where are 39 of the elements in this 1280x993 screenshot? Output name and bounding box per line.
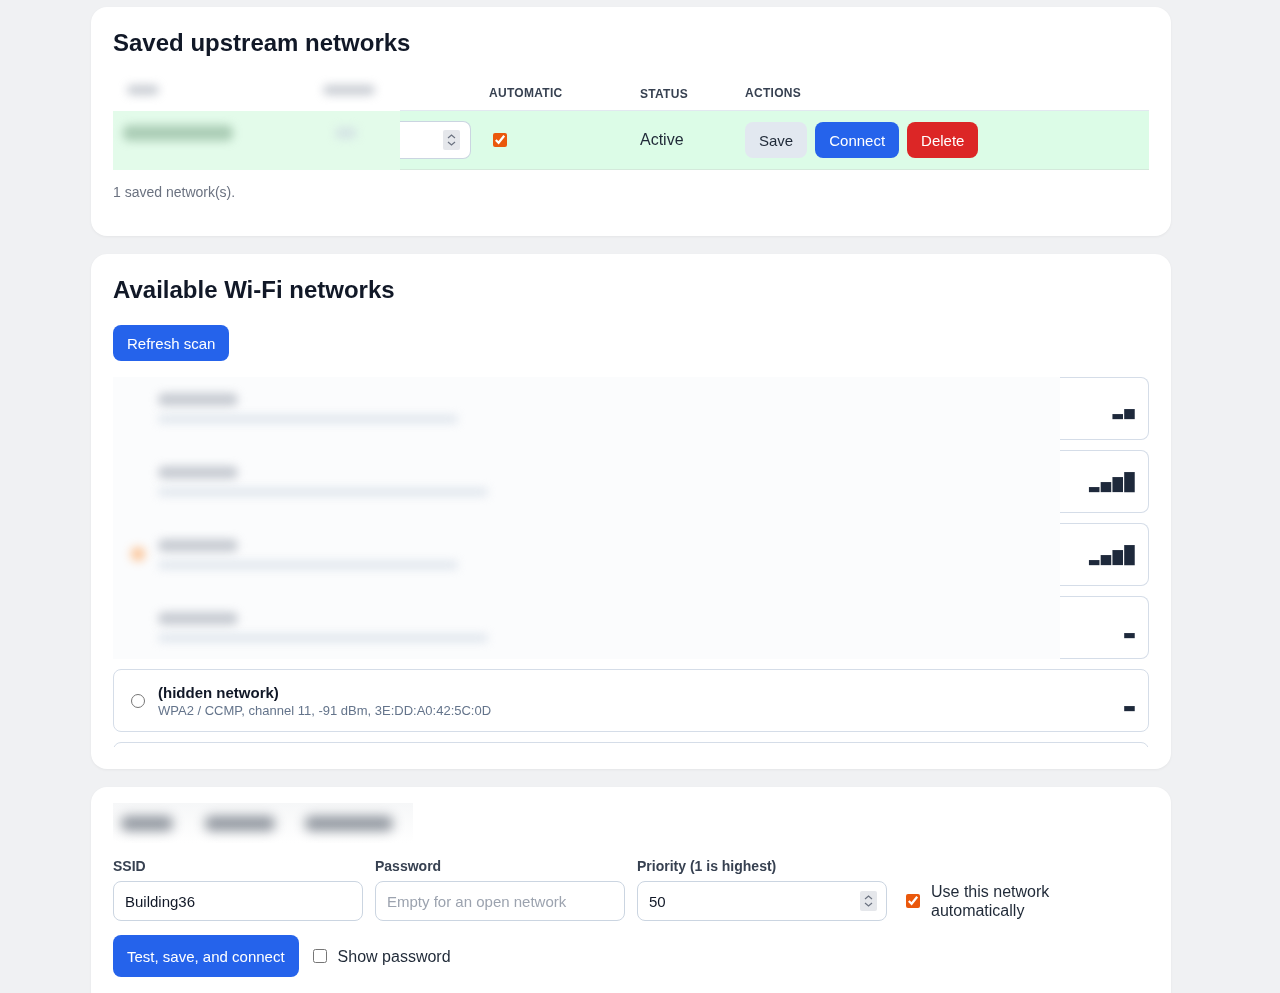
status-text: Active — [640, 131, 684, 148]
signal-bars: ▂▄ — [1112, 398, 1136, 419]
checkbox[interactable] — [312, 949, 327, 963]
network-item[interactable]: ▂▄▆█ — [1060, 523, 1149, 586]
radio-button[interactable] — [131, 693, 145, 708]
action-button[interactable]: Save — [745, 122, 808, 158]
number-field[interactable]: 50 — [637, 881, 887, 921]
column-header: AUTOMATIC — [489, 85, 563, 100]
field-label: Priority (1 is highest) — [637, 857, 777, 875]
refresh-button[interactable]: Refresh scan — [113, 325, 230, 361]
column-header: ACTIONS — [745, 85, 802, 100]
password-field[interactable]: Empty for an open network — [375, 881, 625, 921]
text-field[interactable]: Building36 — [113, 881, 363, 921]
field-label: SSID — [113, 857, 146, 875]
section-title: Available Wi-Fi networks — [113, 276, 396, 304]
signal-bars: ▂▄▆█ — [1089, 471, 1136, 492]
submit-button[interactable]: Test, save, and connect — [113, 935, 299, 977]
checkbox[interactable] — [493, 133, 507, 147]
signal-bars: ▂ — [1124, 690, 1136, 711]
field-label: Password — [375, 857, 442, 875]
action-button[interactable]: Delete — [907, 122, 979, 158]
column-header: STATUS — [640, 86, 689, 101]
spinner-icon[interactable] — [443, 130, 460, 150]
checkbox[interactable] — [906, 894, 920, 908]
action-button[interactable]: Connect — [815, 122, 900, 158]
network-item[interactable]: ▂▄ — [1060, 377, 1149, 440]
saved-count-text: 1 saved network(s). — [113, 184, 237, 200]
signal-bars: ▂ — [1124, 617, 1136, 638]
number-field[interactable] — [400, 121, 471, 159]
spinner-icon[interactable] — [860, 891, 877, 911]
network-item[interactable]: ▂▄▆█ — [1060, 450, 1149, 513]
network-name: (hidden network) — [158, 682, 279, 702]
section-title: Saved upstream networks — [113, 29, 412, 57]
network-item[interactable]: ▂ — [1060, 596, 1149, 659]
network-details: WPA2 / CCMP, channel 11, -91 dBm, 3E:DD:A0:42:5C:0D — [158, 701, 492, 719]
signal-bars: ▂▄▆█ — [1089, 544, 1136, 565]
checkbox-label: Show password — [337, 946, 451, 966]
network-item[interactable]: (hidden network) WPA2 / CCMP, channel 11, -91 dBm, 3E:DD:A0:42:5C:0D ▂ — [113, 669, 1149, 732]
checkbox-label: Use this network automatically — [931, 882, 1051, 920]
